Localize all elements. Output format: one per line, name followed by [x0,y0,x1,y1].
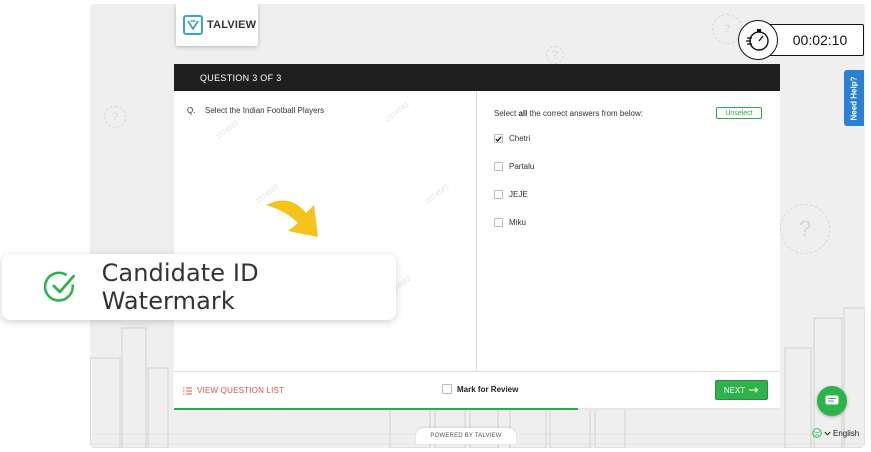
talview-logo-icon [183,15,203,35]
need-help-label: Need Help? [849,75,859,121]
globe-icon [812,428,822,438]
option-checkbox[interactable] [494,134,503,143]
mark-for-review-label: Mark for Review [457,384,519,394]
check-circle-icon [44,271,76,302]
language-selector[interactable]: English [812,428,859,438]
chevron-down-icon [824,431,831,436]
next-button[interactable]: NEXT [715,380,768,400]
decor-question-mark: ? [780,204,830,254]
option-label: Miku [509,218,526,227]
option-label: JEJE [509,190,528,199]
mark-for-review-checkbox[interactable] [442,384,452,394]
stage: ? ? ? ? TALVIEW 00:02:10 Need Help? QUES… [0,0,871,452]
question-counter: QUESTION 3 OF 3 [200,72,282,83]
curved-arrow-icon [266,200,318,237]
option-checkbox[interactable] [494,190,503,199]
stopwatch-icon [738,20,778,60]
question-panel: Q. Select the Indian Football Players 237… [174,91,780,371]
mark-for-review[interactable]: Mark for Review [442,384,518,394]
question-text: Q. Select the Indian Football Players [187,106,324,115]
candidate-watermark: 2374583 [384,101,411,124]
view-question-list-label: VIEW QUESTION LIST [197,386,285,395]
brand-name: TALVIEW [207,19,257,31]
candidate-watermark: 2374583 [424,183,451,206]
option-label: Chetri [509,134,531,143]
brand-logo: TALVIEW [176,4,258,46]
answer-pane: Select all the correct answers from belo… [478,91,780,371]
chat-button[interactable] [817,386,847,416]
question-footer: VIEW QUESTION LIST Mark for Review NEXT [174,371,780,409]
decor-question-mark: ? [546,46,564,64]
feature-badge: Candidate ID Watermark [2,254,396,320]
question-prompt: Select the Indian Football Players [205,106,325,115]
checkmark-icon [495,135,502,142]
option-checkbox[interactable] [494,162,503,171]
progress-bar [174,408,780,410]
candidate-watermark: 2374583 [214,119,241,142]
question-pane: Q. Select the Indian Football Players 237… [174,91,477,371]
arrow-right-icon [749,387,759,393]
answer-option[interactable]: Chetri [494,134,530,143]
timer: 00:02:10 [738,20,864,60]
answer-instruction: Select all the correct answers from belo… [494,109,643,118]
option-checkbox[interactable] [494,218,503,227]
unselect-button[interactable]: Unselect [716,107,762,119]
view-question-list-link[interactable]: VIEW QUESTION LIST [183,386,284,395]
need-help-tab[interactable]: Need Help? [844,70,864,126]
option-label: Partalu [509,162,535,171]
question-header: QUESTION 3 OF 3 [174,64,780,91]
progress-fill [174,408,579,410]
answer-option[interactable]: JEJE [494,190,528,199]
list-icon [183,387,192,394]
decor-question-mark: ? [104,106,126,128]
language-label: English [833,428,860,438]
answer-option[interactable]: Partalu [494,162,534,171]
exam-window: ? ? ? ? TALVIEW 00:02:10 Need Help? QUES… [90,4,865,448]
badge-text: Candidate ID Watermark [101,259,259,315]
question-number: Q. [187,106,196,115]
answer-option[interactable]: Miku [494,218,526,227]
powered-by: POWERED BY TALVIEW [416,428,516,444]
chat-icon [825,395,839,405]
next-label: NEXT [723,385,746,395]
